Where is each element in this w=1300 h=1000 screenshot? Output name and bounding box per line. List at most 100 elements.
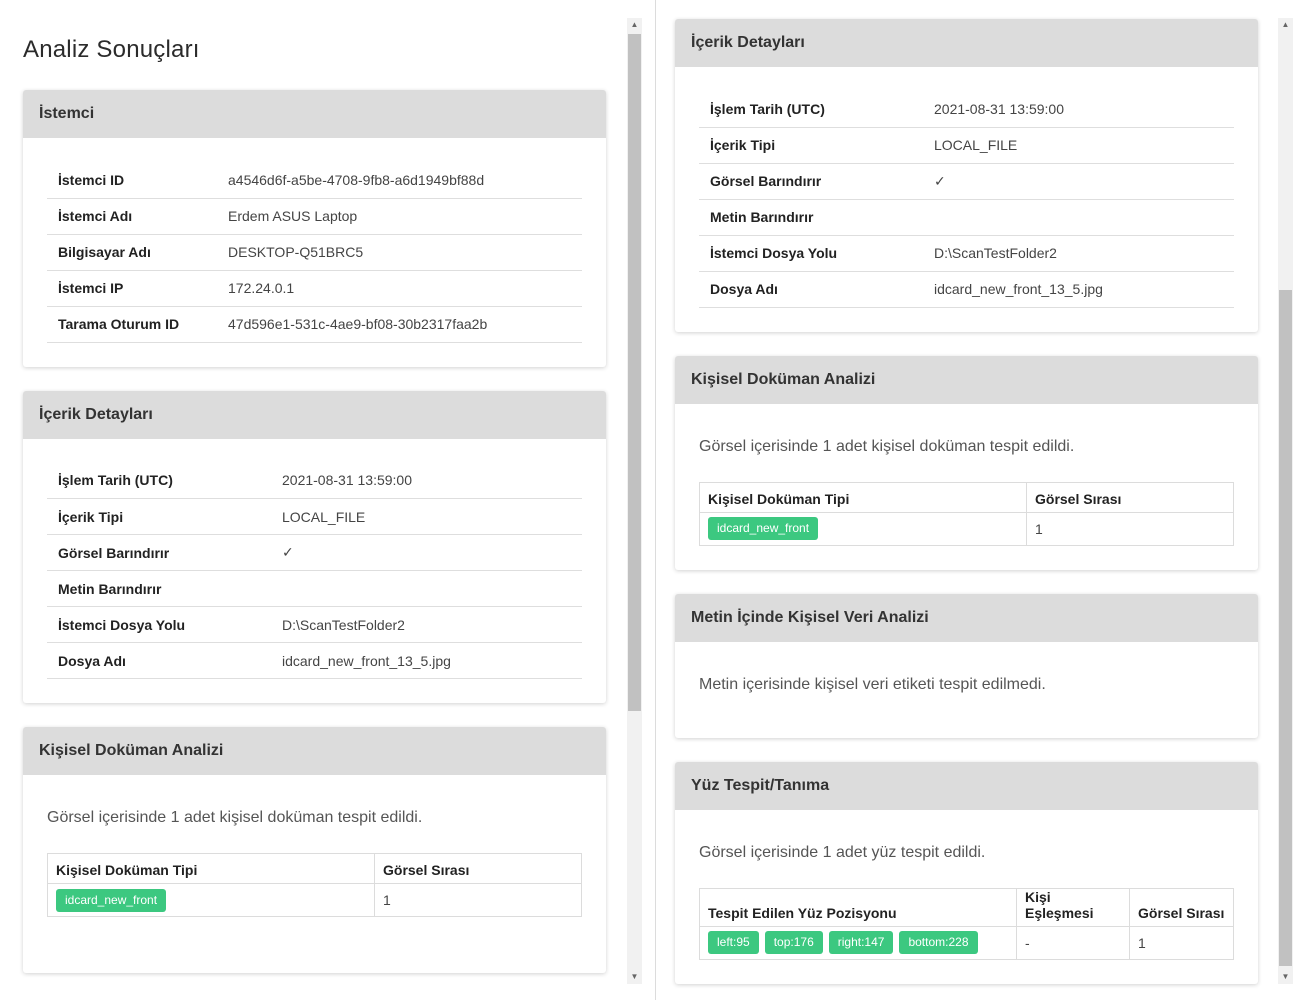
row-value: 2021-08-31 13:59:00: [934, 91, 1234, 128]
card-header: Kişisel Doküman Analizi: [23, 727, 606, 775]
table-row: Dosya Adı idcard_new_front_13_5.jpg: [699, 271, 1234, 308]
image-order: 1: [1129, 925, 1234, 960]
scroll-down-icon[interactable]: ▼: [627, 970, 642, 984]
row-value: idcard_new_front_13_5.jpg: [934, 271, 1234, 308]
table-row: idcard_new_front 1: [699, 511, 1234, 546]
scroll-up-icon[interactable]: ▲: [627, 18, 642, 32]
yuz-tespit-card: Yüz Tespit/Tanıma Görsel içerisinde 1 ad…: [675, 761, 1258, 984]
column-header: Kişisel Doküman Tipi: [47, 853, 375, 884]
table-header-row: Kişisel Doküman Tipi Görsel Sırası: [47, 853, 582, 884]
column-header: Görsel Sırası: [374, 853, 582, 884]
person-match: -: [1016, 925, 1130, 960]
checkmark-icon: ✓: [934, 163, 1234, 200]
row-key: Metin Barındırır: [699, 199, 934, 236]
kisisel-dokuman-table: Kişisel Doküman Tipi Görsel Sırası idcar…: [699, 481, 1234, 546]
position-badge: right:147: [828, 931, 894, 954]
document-type-badge: idcard_new_front: [56, 888, 167, 912]
row-key: Tarama Oturum ID: [47, 306, 228, 343]
column-header: Görsel Sırası: [1026, 481, 1234, 513]
row-value: Erdem ASUS Laptop: [228, 198, 582, 235]
table-row: Görsel Barındırır ✓: [699, 163, 1234, 200]
row-key: İstemci IP: [47, 270, 228, 307]
card-header: Metin İçinde Kişisel Veri Analizi: [675, 593, 1258, 642]
table-row: İçerik Tipi LOCAL_FILE: [699, 127, 1234, 164]
analysis-message: Görsel içerisinde 1 adet kişisel doküman…: [699, 437, 1075, 455]
table-row: left:95 top:176 right:147 bottom:228 - 1: [699, 925, 1234, 960]
row-value: DESKTOP-Q51BRC5: [228, 234, 582, 271]
analysis-message: Görsel içerisinde 1 adet yüz tespit edil…: [699, 843, 986, 861]
left-scrollbar[interactable]: ▲ ▼: [627, 18, 642, 984]
row-value: 2021-08-31 13:59:00: [282, 462, 582, 499]
row-key: Bilgisayar Adı: [47, 234, 228, 271]
row-value: a4546d6f-a5be-4708-9fb8-a6d1949bf88d: [228, 162, 582, 199]
table-row: İstemci Dosya Yolu D:\ScanTestFolder2: [47, 606, 582, 643]
row-value: 47d596e1-531c-4ae9-bf08-30b2317faa2b: [228, 306, 582, 343]
checkmark-icon: ✓: [282, 534, 582, 571]
table-row: İşlem Tarih (UTC) 2021-08-31 13:59:00: [47, 462, 582, 499]
row-value: LOCAL_FILE: [934, 127, 1234, 164]
row-key: İstemci Dosya Yolu: [699, 235, 934, 272]
icerik-detaylari-card: İçerik Detayları İşlem Tarih (UTC) 2021-0…: [675, 19, 1258, 332]
row-key: Metin Barındırır: [47, 570, 282, 607]
row-key: Dosya Adı: [699, 271, 934, 308]
row-value: [282, 570, 582, 607]
right-pane[interactable]: İçerik Detayları İşlem Tarih (UTC) 2021-0…: [656, 0, 1300, 1000]
table-row: Bilgisayar Adı DESKTOP-Q51BRC5: [47, 234, 582, 271]
row-key: İçerik Tipi: [699, 127, 934, 164]
scrollbar-thumb[interactable]: [628, 34, 641, 711]
kisisel-dokuman-card: Kişisel Doküman Analizi Görsel içerisind…: [675, 355, 1258, 570]
table-row: Görsel Barındırır ✓: [47, 534, 582, 571]
yuz-tespit-table: Tespit Edilen Yüz Pozisyonu Kişi Eşleşme…: [699, 887, 1234, 960]
kisisel-dokuman-table: Kişisel Doküman Tipi Görsel Sırası idcar…: [47, 853, 582, 917]
row-key: İstemci ID: [47, 162, 228, 199]
table-row: Tarama Oturum ID 47d596e1-531c-4ae9-bf08-…: [47, 306, 582, 343]
face-position-cell: left:95 top:176 right:147 bottom:228: [699, 925, 1017, 960]
istemci-table: İstemci ID a4546d6f-a5be-4708-9fb8-a6d194…: [47, 162, 582, 343]
right-pane-content: İçerik Detayları İşlem Tarih (UTC) 2021-0…: [675, 19, 1258, 1000]
document-type-badge: idcard_new_front: [708, 517, 819, 540]
kisisel-dokuman-card: Kişisel Doküman Analizi Görsel içerisind…: [23, 727, 606, 973]
scroll-up-icon[interactable]: ▲: [1278, 18, 1293, 32]
image-order: 1: [1026, 511, 1234, 546]
card-header: Kişisel Doküman Analizi: [675, 355, 1258, 404]
card-header: İçerik Detayları: [23, 390, 606, 439]
table-row: Dosya Adı idcard_new_front_13_5.jpg: [47, 642, 582, 679]
card-header: İçerik Detayları: [675, 19, 1258, 67]
analysis-message: Görsel içerisinde 1 adet kişisel doküman…: [47, 809, 423, 826]
table-header-row: Kişisel Doküman Tipi Görsel Sırası: [699, 481, 1234, 513]
row-key: İstemci Adı: [47, 198, 228, 235]
column-header: Kişi Eşleşmesi: [1016, 887, 1130, 927]
row-key: İşlem Tarih (UTC): [47, 462, 282, 499]
column-header: Tespit Edilen Yüz Pozisyonu: [699, 887, 1017, 927]
table-row: İçerik Tipi LOCAL_FILE: [47, 498, 582, 535]
left-pane[interactable]: Analiz Sonuçları İstemci İstemci ID a4546…: [0, 0, 645, 1000]
column-header: Kişisel Doküman Tipi: [699, 481, 1027, 513]
image-order: 1: [374, 883, 582, 917]
icerik-table: İşlem Tarih (UTC) 2021-08-31 13:59:00 İçe…: [699, 91, 1234, 308]
scroll-down-icon[interactable]: ▼: [1278, 970, 1293, 984]
right-scrollbar[interactable]: ▲ ▼: [1278, 18, 1293, 984]
table-row: idcard_new_front 1: [47, 883, 582, 917]
left-pane-content: Analiz Sonuçları İstemci İstemci ID a4546…: [23, 0, 606, 997]
row-key: Görsel Barındırır: [47, 534, 282, 571]
analysis-message: Metin içerisinde kişisel veri etiketi te…: [699, 675, 1046, 693]
table-row: İşlem Tarih (UTC) 2021-08-31 13:59:00: [699, 91, 1234, 128]
row-value: idcard_new_front_13_5.jpg: [282, 642, 582, 679]
icerik-table: İşlem Tarih (UTC) 2021-08-31 13:59:00 İçe…: [47, 462, 582, 679]
row-value: D:\ScanTestFolder2: [282, 606, 582, 643]
row-value: [934, 199, 1234, 236]
row-key: İçerik Tipi: [47, 498, 282, 535]
row-value: LOCAL_FILE: [282, 498, 582, 535]
row-key: Görsel Barındırır: [699, 163, 934, 200]
table-header-row: Tespit Edilen Yüz Pozisyonu Kişi Eşleşme…: [699, 887, 1234, 927]
table-row: İstemci Dosya Yolu D:\ScanTestFolder2: [699, 235, 1234, 272]
row-key: Dosya Adı: [47, 642, 282, 679]
row-value: D:\ScanTestFolder2: [934, 235, 1234, 272]
table-row: Metin Barındırır: [47, 570, 582, 607]
column-header: Görsel Sırası: [1129, 887, 1234, 927]
table-row: Metin Barındırır: [699, 199, 1234, 236]
scrollbar-thumb[interactable]: [1279, 290, 1292, 966]
position-badge: bottom:228: [899, 931, 978, 954]
position-badge: left:95: [708, 931, 759, 954]
metin-kisisel-veri-card: Metin İçinde Kişisel Veri Analizi Metin …: [675, 593, 1258, 738]
